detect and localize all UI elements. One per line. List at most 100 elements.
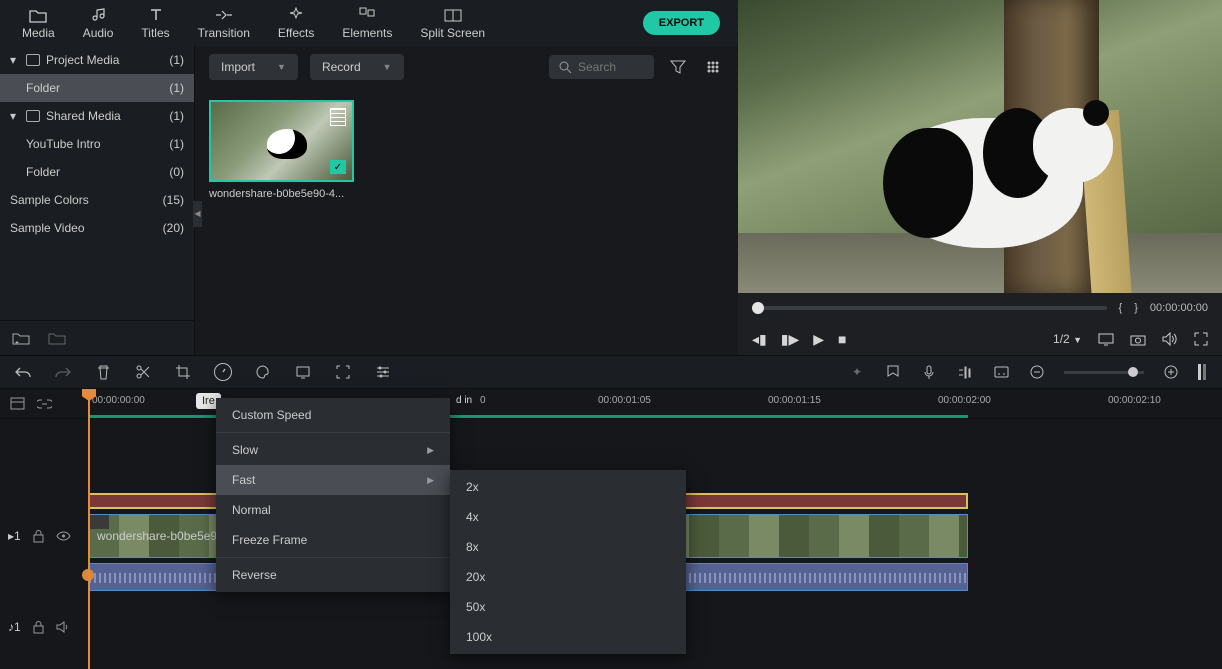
fast-submenu: 2x 4x 8x 20x 50x 100x	[450, 470, 686, 654]
menu-fast[interactable]: Fast▶	[216, 465, 450, 495]
tick: 00:00:01:05	[598, 395, 651, 406]
zoom-in-icon[interactable]	[1162, 363, 1180, 381]
menu-freeze-frame[interactable]: Freeze Frame	[216, 525, 450, 555]
top-tabs: Media Audio Titles Transition Effects El…	[0, 0, 738, 46]
record-dropdown[interactable]: Record▼	[310, 54, 404, 80]
count: (1)	[169, 81, 184, 95]
tab-transition[interactable]: Transition	[184, 2, 264, 44]
media-browser: Import▼ Record▼ ✓ wondershare-b0be5e90-4…	[195, 46, 738, 355]
tick: 00:00:02:00	[938, 395, 991, 406]
elements-icon	[358, 6, 376, 24]
color-icon[interactable]	[254, 363, 272, 381]
tab-label: Split Screen	[420, 26, 485, 40]
sidebar-item-shared-media[interactable]: ▾Shared Media(1)	[0, 102, 194, 130]
filter-icon[interactable]	[666, 56, 690, 78]
search-icon	[559, 61, 572, 74]
count: (0)	[169, 165, 184, 179]
grid-view-icon[interactable]	[702, 56, 724, 78]
video-track-icon: ▸1	[8, 529, 21, 543]
open-folder-icon[interactable]	[48, 331, 66, 345]
fullscreen-icon[interactable]	[1194, 332, 1208, 346]
sidebar-item-youtube-intro[interactable]: YouTube Intro(1)	[0, 130, 194, 158]
menu-fast-4x[interactable]: 4x	[450, 502, 686, 532]
preview-panel: { } 00:00:00:00 ◂▮ ▮▶ ▶ ■ 1/2 ▼	[738, 0, 1222, 355]
voice-icon[interactable]	[920, 363, 938, 381]
new-folder-icon[interactable]	[12, 331, 30, 345]
media-clip[interactable]: ✓ wondershare-b0be5e90-4...	[209, 100, 354, 200]
tab-split-screen[interactable]: Split Screen	[406, 2, 499, 44]
volume-icon[interactable]	[1162, 332, 1178, 346]
folder-icon	[26, 110, 40, 122]
import-dropdown[interactable]: Import▼	[209, 54, 298, 80]
crop-zoom-icon[interactable]	[334, 363, 352, 381]
delete-icon[interactable]	[94, 363, 112, 381]
chevron-down-icon: ▼	[383, 62, 392, 72]
snapshot-icon[interactable]	[1130, 333, 1146, 346]
menu-fast-8x[interactable]: 8x	[450, 532, 686, 562]
menu-fast-2x[interactable]: 2x	[450, 472, 686, 502]
stop-icon[interactable]: ■	[838, 331, 846, 348]
menu-fast-50x[interactable]: 50x	[450, 592, 686, 622]
check-icon: ✓	[330, 160, 346, 174]
lock-icon[interactable]	[33, 530, 44, 543]
adjust-icon[interactable]	[374, 363, 392, 381]
undo-icon[interactable]	[14, 363, 32, 381]
menu-custom-speed[interactable]: Custom Speed	[216, 400, 450, 430]
tab-label: Titles	[141, 26, 169, 40]
eye-icon[interactable]	[56, 531, 71, 541]
play-icon[interactable]: ▶	[813, 331, 824, 348]
tab-label: Elements	[342, 26, 392, 40]
chevron-right-icon: ▶	[427, 445, 434, 456]
marker-icon[interactable]	[884, 363, 902, 381]
track-manager-icon[interactable]	[10, 397, 25, 410]
preview-viewport[interactable]	[738, 0, 1222, 293]
chevron-down-icon: ▼	[277, 62, 286, 72]
menu-fast-20x[interactable]: 20x	[450, 562, 686, 592]
lock-icon[interactable]	[33, 621, 44, 634]
collapse-sidebar-button[interactable]: ◀	[193, 201, 202, 227]
sidebar-item-project-media[interactable]: ▾Project Media(1)	[0, 46, 194, 74]
zoom-slider[interactable]	[1064, 371, 1144, 374]
search-input[interactable]	[549, 55, 654, 79]
green-screen-icon[interactable]	[294, 363, 312, 381]
menu-fast-100x[interactable]: 100x	[450, 622, 686, 652]
clip-filename: wondershare-b0be5e90-4...	[209, 188, 354, 200]
mute-icon[interactable]	[56, 621, 69, 633]
music-icon	[89, 6, 107, 24]
tab-elements[interactable]: Elements	[328, 2, 406, 44]
mixer-icon[interactable]	[956, 363, 974, 381]
chevron-right-icon: ▶	[427, 475, 434, 486]
count: (1)	[169, 109, 184, 123]
link-icon[interactable]	[37, 399, 52, 409]
sidebar-item-folder2[interactable]: Folder(0)	[0, 158, 194, 186]
playhead[interactable]	[88, 389, 90, 669]
clip-thumbnail[interactable]: ✓	[209, 100, 354, 182]
meter-icon[interactable]	[1198, 364, 1208, 380]
zoom-out-icon[interactable]	[1028, 363, 1046, 381]
tab-media[interactable]: Media	[8, 2, 69, 44]
redo-icon[interactable]	[54, 363, 72, 381]
tab-titles[interactable]: Titles	[127, 2, 183, 44]
sidebar-item-sample-colors[interactable]: Sample Colors(15)	[0, 186, 194, 214]
speed-icon[interactable]	[214, 363, 232, 381]
step-back-icon[interactable]: ◂▮	[752, 331, 767, 348]
menu-reverse[interactable]: Reverse	[216, 560, 450, 590]
mark-out-icon[interactable]: }	[1134, 302, 1138, 314]
menu-slow[interactable]: Slow▶	[216, 435, 450, 465]
play-pause-icon[interactable]: ▮▶	[781, 331, 799, 348]
tab-audio[interactable]: Audio	[69, 2, 128, 44]
sidebar-item-folder[interactable]: Folder(1)	[0, 74, 194, 102]
zoom-ratio[interactable]: 1/2 ▼	[1053, 332, 1082, 346]
caption-icon[interactable]	[992, 363, 1010, 381]
tab-effects[interactable]: Effects	[264, 2, 328, 44]
export-button[interactable]: EXPORT	[643, 11, 720, 35]
split-icon[interactable]	[134, 363, 152, 381]
display-icon[interactable]	[1098, 333, 1114, 346]
sidebar-item-sample-video[interactable]: Sample Video(20)	[0, 214, 194, 242]
render-icon[interactable]: ✦	[848, 363, 866, 381]
menu-normal[interactable]: Normal	[216, 495, 450, 525]
preview-scrubber[interactable]	[752, 306, 1107, 310]
crop-icon[interactable]	[174, 363, 192, 381]
tab-label: Audio	[83, 26, 114, 40]
mark-in-icon[interactable]: {	[1119, 302, 1123, 314]
